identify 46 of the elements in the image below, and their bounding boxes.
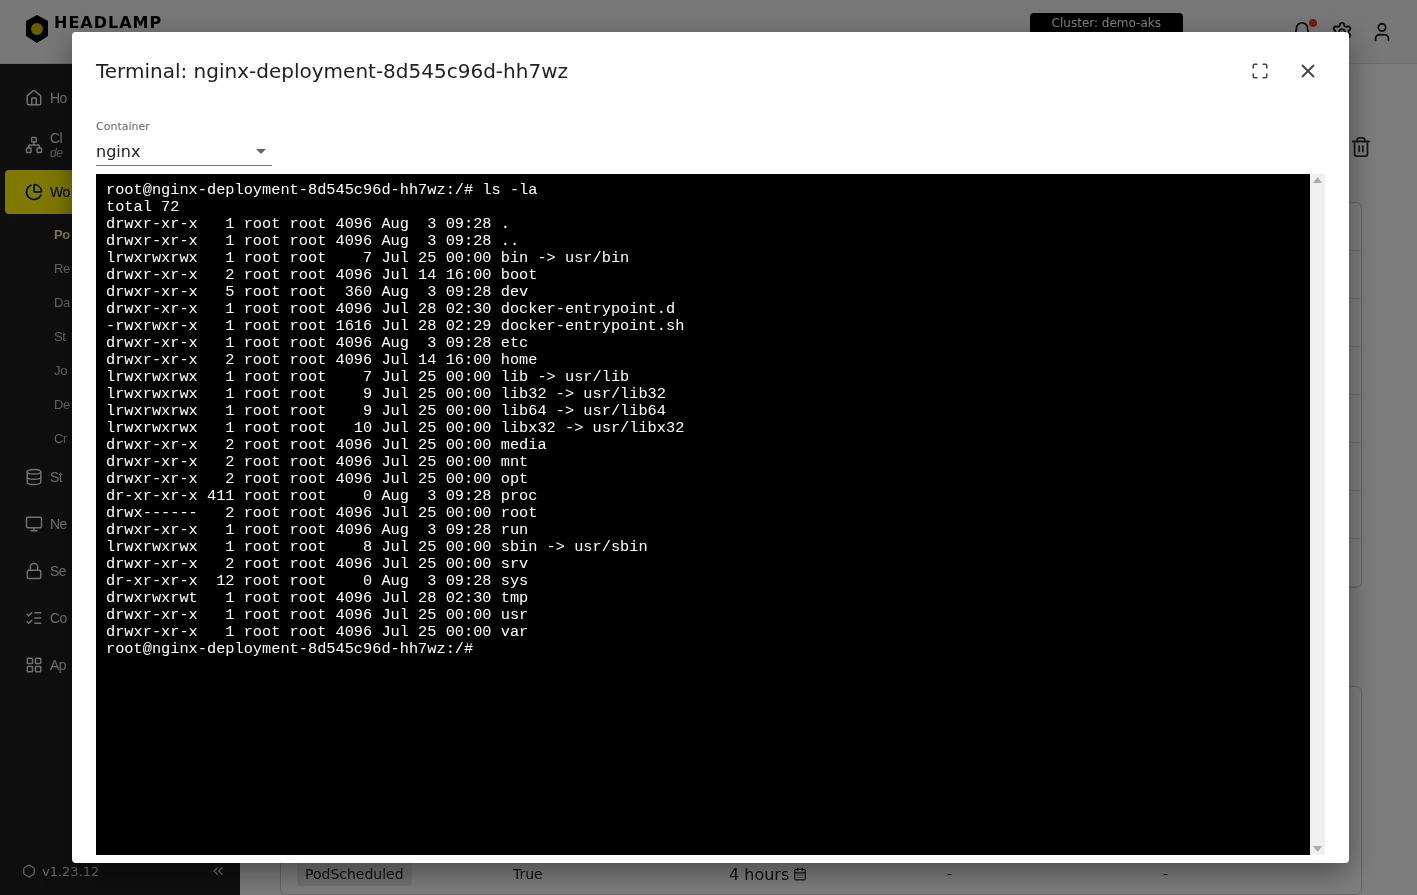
terminal-line: drwxr-xr-x 1 root root 4096 Jul 25 00:00 usr xyxy=(106,607,530,624)
terminal-line: drwxrwxrwt 1 root root 4096 Jul 28 02:30 tmp xyxy=(106,590,530,607)
table-cell-text: - xyxy=(1163,866,1170,882)
sidebar-item-label: Ne xyxy=(50,516,67,532)
terminal-line: drwxr-xr-x 2 root root 4096 Jul 14 16:00 boot xyxy=(106,267,539,284)
terminal-line: -rwxrwxr-x 1 root root 1616 Jul 28 02:29 docker-entrypoint.sh xyxy=(106,318,686,335)
logo-text: HEADLAMP xyxy=(54,14,163,31)
terminal-line: drwxr-xr-x 1 root root 4096 Aug 3 09:28 run xyxy=(106,522,530,539)
terminal-line: drwxr-xr-x 2 root root 4096 Jul 25 00:00 opt xyxy=(106,471,530,488)
dialog-title: Terminal: nginx-deployment-8d545c96d-hh7wz xyxy=(96,59,569,83)
terminal-line: lrwxrwxrwx 1 root root 7 Jul 25 00:00 bin -> usr/bin xyxy=(106,250,631,267)
terminal-line: drwxr-xr-x 1 root root 4096 Jul 25 00:00 var xyxy=(106,624,530,641)
terminal-line: drwxr-xr-x 1 root root 4096 Aug 3 09:28 . xyxy=(106,216,511,233)
terminal-line: drwxr-xr-x 1 root root 4096 Jul 28 02:30 docker-entrypoint.d xyxy=(106,301,677,318)
sidebar-item-sublabel: de xyxy=(50,146,63,160)
sidebar-item-label: Ap xyxy=(50,657,67,673)
terminal-line: drwxr-xr-x 2 root root 4096 Jul 25 00:00 mnt xyxy=(106,454,530,471)
terminal-line: dr-xr-xr-x 12 root root 0 Aug 3 09:28 sys xyxy=(106,573,530,590)
terminal-line: root@nginx-deployment-8d545c96d-hh7wz:/# ls -la xyxy=(106,182,539,199)
select-label: Container xyxy=(96,120,151,133)
terminal-line: drwxr-xr-x 1 root root 4096 Aug 3 09:28 etc xyxy=(106,335,530,352)
sidebar-item-label: Se xyxy=(50,563,67,579)
table-cell-text: True xyxy=(513,866,544,882)
terminal-line: drwxr-xr-x 2 root root 4096 Jul 14 16:00 home xyxy=(106,352,539,369)
terminal-line: drwxr-xr-x 5 root root 360 Aug 3 09:28 dev xyxy=(106,284,530,301)
sidebar-item-label: Co xyxy=(50,610,67,626)
terminal-line: lrwxrwxrwx 1 root root 9 Jul 25 00:00 lib32 -> usr/lib32 xyxy=(106,386,667,403)
terminal-line: drwxr-xr-x 1 root root 4096 Aug 3 09:28 .. xyxy=(106,233,521,250)
terminal-line: lrwxrwxrwx 1 root root 8 Jul 25 00:00 sbin -> usr/sbin xyxy=(106,539,649,556)
terminal-line: dr-xr-xr-x 411 root root 0 Aug 3 09:28 proc xyxy=(106,488,539,505)
sidebar-item-label: Wo xyxy=(50,184,70,200)
terminal-line: root@nginx-deployment-8d545c96d-hh7wz:/# xyxy=(106,641,475,658)
terminal-line: lrwxrwxrwx 1 root root 9 Jul 25 00:00 lib64 -> usr/lib64 xyxy=(106,403,667,420)
terminal-line: lrwxrwxrwx 1 root root 10 Jul 25 00:00 libx32 -> usr/libx32 xyxy=(106,420,686,437)
terminal-line: lrwxrwxrwx 1 root root 7 Jul 25 00:00 lib -> usr/lib xyxy=(106,369,631,386)
condition-chip: PodScheduled xyxy=(297,862,412,886)
sidebar-item-label: St xyxy=(50,469,63,485)
sidebar-item-label: Ho xyxy=(50,90,67,106)
table-cell: 4 hours xyxy=(729,864,947,884)
table-cell-text: - xyxy=(947,866,954,882)
terminal-line: drwxr-xr-x 2 root root 4096 Jul 25 00:00 media xyxy=(106,437,548,454)
terminal-line: total 72 xyxy=(106,199,181,216)
version-text: v1.23.12 xyxy=(42,863,100,879)
terminal-line: drwx------ 2 root root 4096 Jul 25 00:00 root xyxy=(106,505,539,522)
sidebar-item-label: Cl xyxy=(50,130,63,146)
terminal-line: drwxr-xr-x 2 root root 4096 Jul 25 00:00 srv xyxy=(106,556,530,573)
